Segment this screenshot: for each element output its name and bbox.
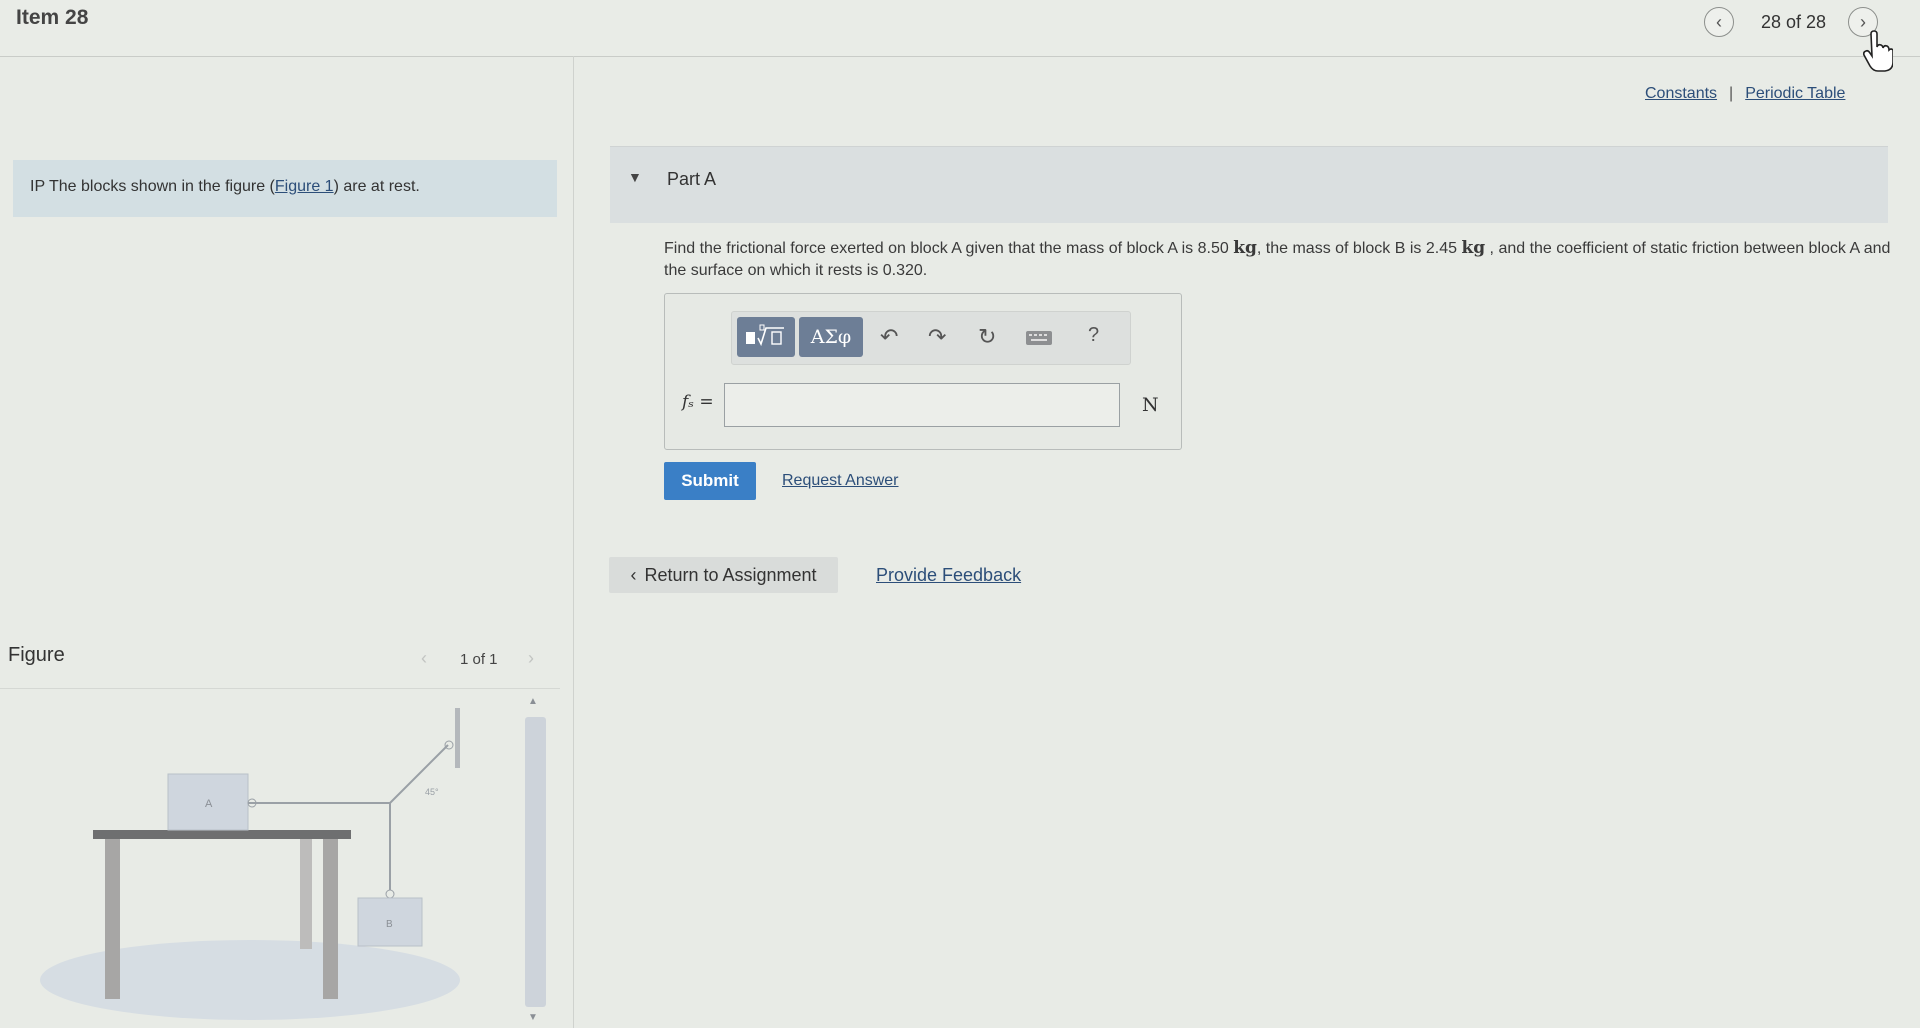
constants-link[interactable]: Constants <box>1645 85 1717 102</box>
part-a-header[interactable]: ▼ Part A <box>610 146 1888 223</box>
question-text: Find the frictional force exerted on blo… <box>664 237 1894 282</box>
figure-header: Figure ‹ 1 of 1 › <box>0 636 560 689</box>
link-separator: | <box>1729 85 1734 102</box>
table-top <box>93 830 351 839</box>
submit-button[interactable]: Submit <box>664 462 756 500</box>
question-part-2: , the mass of block B is 2.45 <box>1256 240 1462 257</box>
redo-icon[interactable]: ↷ <box>928 324 946 350</box>
hand-cursor-icon <box>1863 30 1893 72</box>
intro-prefix: IP The blocks shown in the figure ( <box>30 178 275 195</box>
periodic-table-link[interactable]: Periodic Table <box>1745 85 1845 102</box>
resource-links: Constants | Periodic Table <box>1645 85 1845 103</box>
prev-item-button[interactable]: ‹ <box>1704 7 1734 37</box>
unit-kg: kg <box>1461 238 1486 258</box>
variable-label: fₛ = <box>682 392 714 412</box>
top-bar: Item 28 ‹ 28 of 28 › <box>0 0 1920 57</box>
chevron-left-icon: ‹ <box>1716 11 1722 32</box>
table-leg <box>105 839 120 999</box>
scroll-down-arrow[interactable]: ▼ <box>528 1012 538 1023</box>
math-toolbar: ΑΣφ ↶ ↷ ↻ ? <box>731 311 1131 365</box>
reset-icon[interactable]: ↻ <box>978 324 996 350</box>
item-counter: 28 of 28 <box>1761 12 1827 32</box>
problem-intro: IP The blocks shown in the figure (Figur… <box>13 160 557 217</box>
scroll-up-arrow[interactable]: ▲ <box>528 696 538 707</box>
figure-next-button[interactable]: › <box>528 648 534 669</box>
intro-suffix: ) are at rest. <box>333 178 420 195</box>
keyboard-icon[interactable] <box>1025 330 1053 346</box>
block-a-label: A <box>205 798 213 810</box>
provide-feedback-link[interactable]: Provide Feedback <box>876 565 1021 586</box>
part-title: Part A <box>667 169 717 189</box>
templates-button[interactable] <box>737 317 795 357</box>
question-part-1: Find the frictional force exerted on blo… <box>664 240 1234 257</box>
figure-link[interactable]: Figure 1 <box>275 178 334 195</box>
answer-area: ΑΣφ ↶ ↷ ↻ ? fₛ = N <box>664 293 1182 450</box>
wall-support <box>455 708 460 768</box>
blocks-figure: A 45° B <box>40 708 460 1020</box>
figure-scrollbar[interactable] <box>525 717 546 1007</box>
table-leg <box>323 839 338 999</box>
unit-kg: kg <box>1233 238 1257 258</box>
panel-divider <box>573 56 574 1028</box>
figure-label: Figure <box>8 644 65 666</box>
return-label: Return to Assignment <box>644 564 817 585</box>
figure-prev-button[interactable]: ‹ <box>421 648 427 669</box>
return-to-assignment-button[interactable]: ‹ Return to Assignment <box>609 557 838 593</box>
symbols-button[interactable]: ΑΣφ <box>799 317 863 357</box>
block-b-label: B <box>386 919 393 930</box>
templates-icon <box>746 324 784 347</box>
angle-label: 45° <box>425 787 439 797</box>
figure-counter: 1 of 1 <box>460 651 498 668</box>
item-title: Item 28 <box>16 6 89 29</box>
help-button[interactable]: ? <box>1088 324 1099 347</box>
chevron-left-icon: ‹ <box>421 648 427 668</box>
chevron-left-icon: ‹ <box>630 564 637 585</box>
chevron-right-icon: › <box>528 648 534 668</box>
intro-text: IP The blocks shown in the figure (Figur… <box>30 178 420 196</box>
request-answer-link[interactable]: Request Answer <box>782 472 899 490</box>
collapse-caret-icon[interactable]: ▼ <box>628 169 642 185</box>
answer-input[interactable] <box>724 383 1120 427</box>
undo-icon[interactable]: ↶ <box>880 324 898 350</box>
unit-label: N <box>1142 394 1159 416</box>
